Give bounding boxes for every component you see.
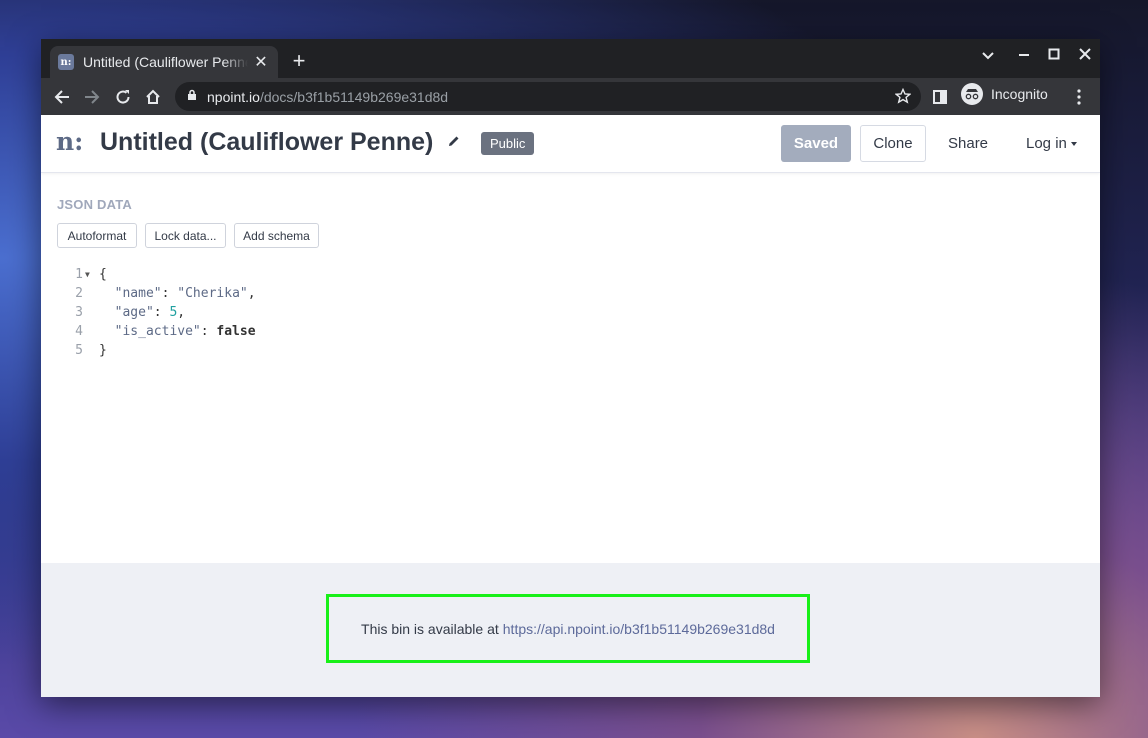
login-dropdown[interactable]: Log in [1026,125,1077,162]
footer: This bin is available at https://api.npo… [41,563,1100,697]
json-value: 5 [169,305,178,320]
login-label: Log in [1026,135,1067,152]
close-window-icon[interactable] [1074,47,1096,63]
npoint-logo[interactable]: n: [56,127,83,156]
npoint-favicon-icon: n: [58,54,74,70]
tab-search-icon[interactable] [977,47,999,63]
code-line: 5 } [57,341,256,360]
code-line: 1 ▼ { [57,265,256,284]
page-content: n: Untitled (Cauliflower Penne) Public S… [41,115,1100,697]
app-header: n: Untitled (Cauliflower Penne) Public S… [41,115,1100,173]
document-title[interactable]: Untitled (Cauliflower Penne) [100,128,433,157]
json-key: "is_active" [114,324,201,339]
browser-window: n: Untitled (Cauliflower Penne) ✕ + npoi… [41,39,1100,697]
code-line: 2 "name": "Cherika", [57,284,255,303]
fold-toggle-icon[interactable]: ▼ [85,265,99,284]
code-line: 4 "is_active": false [57,322,256,341]
side-panel-icon[interactable] [928,85,952,109]
incognito-profile[interactable]: Incognito [961,83,1048,105]
notice-text: This bin is available at [361,620,499,637]
line-number: 5 [75,343,83,358]
json-key: "age" [114,305,154,320]
new-tab-icon[interactable]: + [289,48,309,74]
line-number: 3 [75,305,83,320]
reload-icon[interactable] [111,85,135,109]
visibility-badge[interactable]: Public [481,132,535,155]
home-icon[interactable] [141,85,165,109]
incognito-icon [961,83,983,105]
forward-icon[interactable] [80,85,104,109]
bookmark-star-icon[interactable] [894,87,912,109]
maximize-icon[interactable] [1043,47,1065,63]
line-number: 4 [75,324,83,339]
api-notice: This bin is available at https://api.npo… [326,594,810,663]
lock-data-button[interactable]: Lock data... [145,223,226,248]
caret-down-icon [1070,141,1077,146]
saved-button[interactable]: Saved [781,125,851,162]
json-value: "Cherika" [177,286,248,301]
close-tab-icon[interactable]: ✕ [252,52,270,72]
clone-button[interactable]: Clone [860,125,926,162]
line-number: 1 [75,267,83,282]
url-text: npoint.io/docs/b3f1b51149b269e31d8d [207,88,449,105]
minimize-icon[interactable] [1013,47,1035,63]
back-icon[interactable] [50,85,74,109]
line-number: 2 [75,286,83,301]
tab-strip: n: Untitled (Cauliflower Penne) ✕ + [41,39,1100,78]
share-button[interactable]: Share [948,125,988,162]
lock-icon [187,88,197,106]
json-data-label: JSON DATA [57,197,132,212]
add-schema-button[interactable]: Add schema [234,223,319,248]
tab-title: Untitled (Cauliflower Penne) [83,54,248,70]
json-value: false [216,324,256,339]
json-editor[interactable]: 1 ▼ { 2 "name": "Cherika", 3 "age": 5, 4… [57,265,256,360]
browser-toolbar: npoint.io/docs/b3f1b51149b269e31d8d Inco… [41,78,1100,115]
incognito-label: Incognito [991,86,1048,102]
autoformat-button[interactable]: Autoformat [57,223,137,248]
api-url-link[interactable]: https://api.npoint.io/b3f1b51149b269e31d… [503,621,775,637]
json-key: "name" [114,286,162,301]
edit-pencil-icon[interactable] [447,134,461,153]
browser-tab[interactable]: n: Untitled (Cauliflower Penne) ✕ [50,46,278,78]
code-line: 3 "age": 5, [57,303,256,322]
code-text: } [99,343,107,358]
code-text: { [99,267,107,282]
browser-menu-icon[interactable] [1067,85,1091,109]
address-bar[interactable]: npoint.io/docs/b3f1b51149b269e31d8d [175,82,921,111]
